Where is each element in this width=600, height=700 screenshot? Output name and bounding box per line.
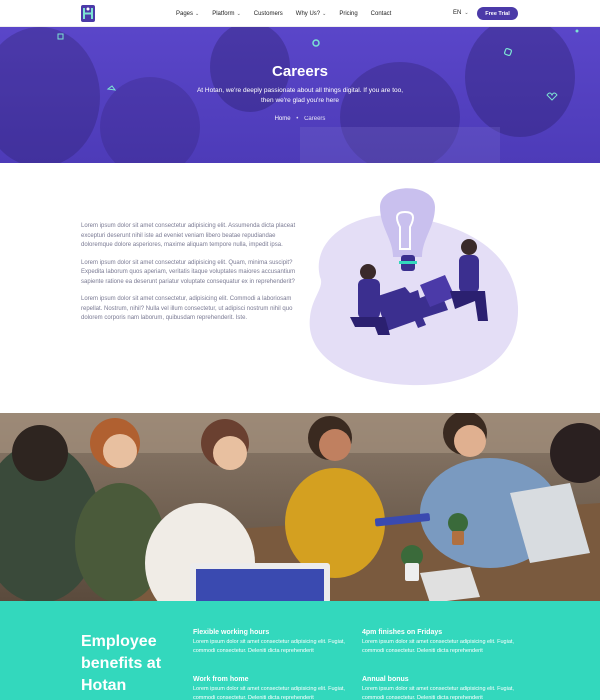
benefit-item: Annual bonus Lorem ipsum dolor sit amet …	[362, 676, 527, 700]
menu-item-customers[interactable]: Customers	[254, 11, 283, 17]
main-menu: Pages ⌄ Platform ⌄ Customers Why Us? ⌄ P…	[176, 0, 391, 27]
menu-item-label: Pages	[176, 10, 194, 17]
menu-item-pricing[interactable]: Pricing	[339, 11, 357, 17]
benefit-item: Work from home Lorem ipsum dolor sit ame…	[193, 676, 358, 700]
breadcrumb-home-link[interactable]: Home	[275, 116, 291, 122]
menu-item-label: Platform	[212, 10, 235, 17]
benefit-item: 4pm finishes on Fridays Lorem ipsum dolo…	[362, 629, 527, 655]
benefits-title: Employee benefits at Hotan	[81, 633, 162, 694]
free-trial-button[interactable]: Free Trial	[477, 7, 518, 20]
employee-benefits-section: Employee benefits at Hotan Flexible work…	[0, 601, 600, 700]
benefit-title: Annual bonus	[362, 676, 409, 683]
team-meeting-photo	[0, 413, 600, 603]
benefit-text: Lorem ipsum dolor sit amet consectetur a…	[362, 639, 514, 654]
menu-item-label: Customers	[253, 10, 283, 17]
menu-item-contact[interactable]: Contact	[371, 11, 392, 17]
menu-item-label: Contact	[370, 10, 392, 17]
breadcrumb-current: Careers	[304, 116, 326, 122]
chevron-down-icon: ⌄	[236, 10, 241, 17]
teamwork-puzzle-illustration	[309, 188, 519, 386]
chevron-down-icon: ⌄	[464, 10, 469, 16]
menu-item-platform[interactable]: Platform ⌄	[212, 11, 241, 17]
menu-item-why-us[interactable]: Why Us? ⌄	[296, 11, 327, 17]
language-label: EN	[453, 10, 462, 16]
page-title: Careers	[272, 63, 328, 80]
breadcrumb-separator: •	[296, 116, 299, 122]
breadcrumb: Home • Careers	[0, 116, 600, 122]
about-paragraph: Lorem ipsum dolor sit amet consectetur a…	[81, 259, 296, 285]
hotan-logo-icon[interactable]	[81, 5, 95, 22]
menu-item-label: Pricing	[339, 10, 358, 17]
benefit-text: Lorem ipsum dolor sit amet consectetur a…	[193, 639, 345, 654]
language-selector[interactable]: EN ⌄	[453, 10, 469, 16]
benefit-text: Lorem ipsum dolor sit amet consectetur a…	[193, 686, 345, 700]
benefit-title: Work from home	[193, 676, 249, 683]
hero-banner: Careers At Hotan, we're deeply passionat…	[0, 27, 600, 163]
chevron-down-icon: ⌄	[195, 10, 200, 17]
about-section-text: Lorem ipsum dolor sit amet consectetur a…	[81, 222, 296, 332]
benefit-item: Flexible working hours Lorem ipsum dolor…	[193, 629, 358, 655]
about-paragraph: Lorem ipsum dolor sit amet consectetur a…	[81, 223, 296, 248]
chevron-down-icon: ⌄	[322, 10, 327, 17]
menu-item-pages[interactable]: Pages ⌄	[176, 11, 199, 17]
about-paragraph: Lorem ipsum dolor sit amet consectetur, …	[81, 296, 293, 321]
menu-item-label: Why Us?	[295, 10, 321, 17]
benefit-title: Flexible working hours	[193, 629, 270, 636]
top-navigation: Pages ⌄ Platform ⌄ Customers Why Us? ⌄ P…	[0, 0, 600, 27]
hero-subtitle: At Hotan, we're deeply passionate about …	[196, 87, 404, 104]
benefit-text: Lorem ipsum dolor sit amet consectetur a…	[362, 686, 514, 700]
benefit-title: 4pm finishes on Fridays	[362, 629, 443, 636]
